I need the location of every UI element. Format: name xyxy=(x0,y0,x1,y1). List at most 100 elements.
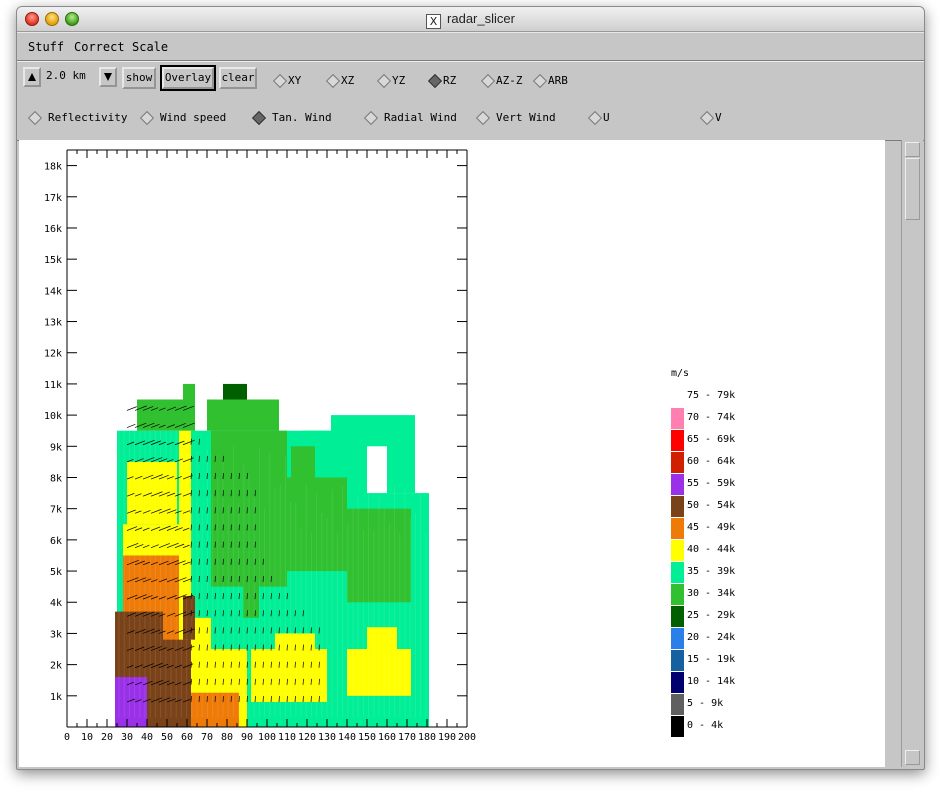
wind-vector xyxy=(214,558,216,565)
wind-vector xyxy=(310,696,312,703)
wind-vector xyxy=(198,524,200,531)
wind-vector xyxy=(222,627,224,634)
wind-vector xyxy=(254,661,256,668)
x-tick-label: 170 xyxy=(398,732,416,743)
data-region xyxy=(183,596,195,640)
wind-vector xyxy=(238,644,240,651)
wind-vector xyxy=(254,627,256,634)
wind-vector xyxy=(270,593,272,600)
wind-vector xyxy=(190,593,192,600)
view-radio-yz[interactable] xyxy=(376,73,392,89)
wind-vector xyxy=(206,575,208,582)
wind-vector xyxy=(262,678,264,685)
height-value: 2.0 km xyxy=(46,69,86,82)
legend-unit: m/s xyxy=(671,368,689,379)
wind-vector xyxy=(302,661,304,668)
data-region xyxy=(387,415,415,494)
wind-vector xyxy=(214,593,216,600)
wind-vector xyxy=(222,644,224,651)
wind-vector xyxy=(238,661,240,668)
show-button[interactable]: show xyxy=(122,67,156,89)
y-tick-label: 11k xyxy=(44,380,62,391)
legend-label: 55 - 59k xyxy=(687,478,735,489)
data-region xyxy=(331,415,387,447)
wind-vector xyxy=(206,558,208,565)
wind-vector xyxy=(230,575,232,582)
wind-vector xyxy=(214,696,216,703)
scroll-thumb[interactable] xyxy=(905,158,920,220)
view-label-yz: YZ xyxy=(392,74,406,87)
wind-vector xyxy=(190,524,192,531)
field-label-vert-wind: Vert Wind xyxy=(496,111,556,124)
wind-vector xyxy=(222,575,224,582)
wind-vector xyxy=(222,524,224,531)
menu-scale[interactable]: Scale xyxy=(132,40,168,54)
wind-vector xyxy=(294,644,296,651)
view-radio-xz[interactable] xyxy=(325,73,341,89)
wind-vector xyxy=(246,558,248,565)
scroll-up-arrow-icon[interactable] xyxy=(905,142,920,157)
height-up-button[interactable] xyxy=(23,67,41,87)
wind-vector xyxy=(262,575,264,582)
legend-swatch xyxy=(671,694,684,715)
field-radio-wind-speed[interactable] xyxy=(139,110,155,126)
wind-vector xyxy=(230,627,232,634)
wind-vector xyxy=(238,507,240,514)
wind-vector xyxy=(222,507,224,514)
view-radio-az-z[interactable] xyxy=(480,73,496,89)
wind-vector xyxy=(246,507,248,514)
wind-vector xyxy=(278,678,280,685)
wind-vector xyxy=(190,610,192,617)
height-down-button[interactable] xyxy=(99,67,117,87)
wind-vector xyxy=(214,541,216,548)
wind-vector xyxy=(230,524,232,531)
wind-vector xyxy=(198,627,200,634)
overlay-button[interactable]: Overlay xyxy=(160,65,216,91)
wind-vector xyxy=(238,490,240,497)
wind-vector xyxy=(246,473,248,480)
y-tick-label: 17k xyxy=(44,193,62,204)
wind-vector xyxy=(198,593,200,600)
wind-vector xyxy=(214,490,216,497)
legend-label: 25 - 29k xyxy=(687,610,735,621)
app-window: Xradar_slicer Stuff Correct Scale 2.0 km… xyxy=(16,6,925,770)
wind-vector xyxy=(230,558,232,565)
x-tick-label: 180 xyxy=(418,732,436,743)
wind-vector xyxy=(246,610,248,617)
vertical-scrollbar[interactable] xyxy=(901,140,923,767)
field-radio-vert-wind[interactable] xyxy=(475,110,491,126)
menu-correct[interactable]: Correct xyxy=(74,40,125,54)
view-radio-rz[interactable] xyxy=(427,73,443,89)
x-tick-label: 160 xyxy=(378,732,396,743)
wind-vector xyxy=(238,627,240,634)
data-region xyxy=(137,399,183,431)
x-tick-label: 130 xyxy=(318,732,336,743)
wind-vector xyxy=(214,610,216,617)
title-bar: Xradar_slicer xyxy=(17,7,924,32)
field-radio-reflectivity[interactable] xyxy=(27,110,43,126)
wind-vector xyxy=(214,524,216,531)
wind-vector xyxy=(206,490,208,497)
wind-vector xyxy=(254,678,256,685)
wind-vector xyxy=(278,593,280,600)
scroll-down-arrow-icon[interactable] xyxy=(905,750,920,765)
wind-vector xyxy=(270,575,272,582)
view-radio-arb[interactable] xyxy=(532,73,548,89)
menu-stuff[interactable]: Stuff xyxy=(28,40,64,54)
wind-vector xyxy=(310,627,312,634)
field-radio-radial-wind[interactable] xyxy=(363,110,379,126)
wind-vector xyxy=(198,696,200,703)
legend-label: 10 - 14k xyxy=(687,676,735,687)
y-tick-label: 2k xyxy=(50,661,62,672)
field-radio-v[interactable] xyxy=(699,110,715,126)
x-tick-label: 140 xyxy=(338,732,356,743)
field-radio-tan-wind[interactable] xyxy=(251,110,267,126)
field-radio-u[interactable] xyxy=(587,110,603,126)
clear-button[interactable]: clear xyxy=(219,67,257,89)
wind-vector xyxy=(222,473,224,480)
field-label-tan-wind: Tan. Wind xyxy=(272,111,332,124)
legend-swatch xyxy=(671,518,684,539)
wind-vector xyxy=(302,678,304,685)
view-radio-xy[interactable] xyxy=(272,73,288,89)
wind-vector xyxy=(126,406,137,411)
